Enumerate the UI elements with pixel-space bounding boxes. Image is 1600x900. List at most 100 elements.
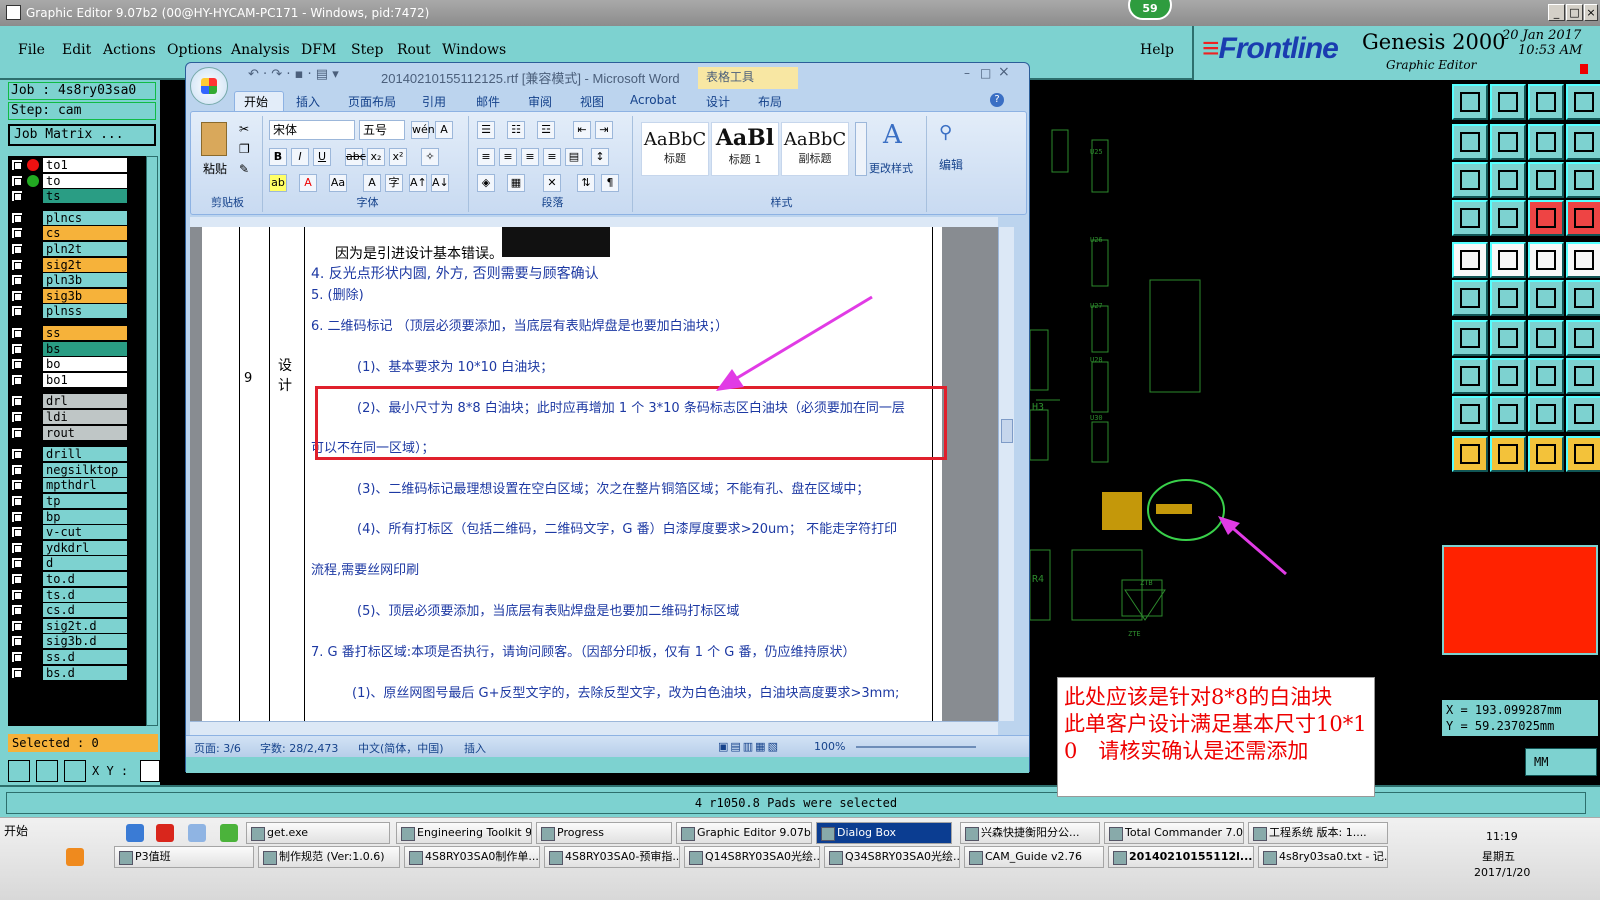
tab-review[interactable]: 审阅 xyxy=(528,93,552,110)
style-heading-1[interactable]: AaBl 标题 1 xyxy=(711,122,779,176)
layer-checkbox[interactable] xyxy=(11,227,23,240)
layer-name[interactable]: v-cut xyxy=(43,525,127,540)
tab-references[interactable]: 引用 xyxy=(422,93,446,110)
notepad-icon[interactable] xyxy=(188,824,206,842)
word-max-button[interactable]: □ xyxy=(980,66,991,80)
tool-button-icon[interactable] xyxy=(1566,162,1600,198)
tray-date[interactable]: 2017/1/20 xyxy=(1474,866,1530,879)
layer-name[interactable]: ydkdrl xyxy=(43,540,127,555)
help-icon[interactable]: ? xyxy=(990,93,1004,107)
layer-checkbox[interactable] xyxy=(11,448,23,461)
layer-name[interactable]: to xyxy=(43,173,127,188)
layer-name[interactable]: bp xyxy=(43,509,127,524)
ie-icon[interactable] xyxy=(220,824,238,842)
line-spacing-button[interactable]: ↕ xyxy=(591,148,609,166)
menu-help[interactable]: Help xyxy=(1140,42,1174,58)
tool-button-icon[interactable] xyxy=(1452,280,1488,316)
word-count[interactable]: 字数: 28/2,473 xyxy=(260,740,338,756)
tool-button-icon[interactable] xyxy=(1528,84,1564,120)
layer-checkbox[interactable] xyxy=(11,211,23,224)
tab-layout[interactable]: 布局 xyxy=(758,93,782,110)
numbering-button[interactable]: ☷ xyxy=(507,121,525,139)
char-shading-button[interactable]: A xyxy=(363,174,381,192)
misc-icon[interactable] xyxy=(66,848,84,866)
format-painter-icon[interactable]: ✎ xyxy=(239,162,249,176)
tool-button-icon[interactable] xyxy=(1452,358,1488,394)
change-case-button[interactable]: Aa xyxy=(329,174,347,192)
layer-checkbox[interactable] xyxy=(11,411,23,423)
zoom-slider[interactable] xyxy=(856,746,976,748)
tool-button-icon[interactable] xyxy=(1566,242,1600,278)
tool-button-icon[interactable] xyxy=(1490,84,1526,120)
decrease-indent-button[interactable]: ⇤ xyxy=(573,121,591,139)
layer-name[interactable]: pln3b xyxy=(43,273,127,288)
layer-name[interactable]: rout xyxy=(43,425,127,440)
layer-name[interactable]: d xyxy=(43,556,127,571)
work-layer-indicator[interactable] xyxy=(27,159,39,171)
tab-page-layout[interactable]: 页面布局 xyxy=(348,93,396,110)
taskbar-button[interactable]: Q14S8RY03SA0光绘... xyxy=(684,846,820,868)
tool-button-icon[interactable] xyxy=(1528,396,1564,432)
shading-button[interactable]: ◈ xyxy=(477,174,495,192)
paste-label[interactable]: 粘贴 xyxy=(203,160,227,177)
layer-name[interactable]: cs.d xyxy=(43,603,127,618)
taskbar-button[interactable]: 4s8ry03sa0.txt - 记... xyxy=(1258,846,1388,868)
layer-checkbox[interactable] xyxy=(11,358,23,371)
sort-button[interactable]: ⇅ xyxy=(577,174,595,192)
style-subtitle[interactable]: AaBbC 副标题 xyxy=(781,122,849,176)
scroll-thumb[interactable] xyxy=(1001,419,1013,443)
quicklaunch-icon[interactable] xyxy=(126,824,144,842)
language-indicator[interactable]: 中文(简体，中国) xyxy=(358,740,444,756)
tool-button-icon[interactable] xyxy=(1566,200,1600,236)
layer-name[interactable]: drl xyxy=(43,394,127,409)
tool-button-icon[interactable] xyxy=(1528,358,1564,394)
italic-button[interactable]: I xyxy=(291,148,309,166)
taskbar-button[interactable]: Graphic Editor 9.07b2... xyxy=(676,822,812,844)
menu-options[interactable]: Options xyxy=(167,42,222,58)
word-close-button[interactable]: × xyxy=(998,64,1010,80)
char-border-icon[interactable]: A xyxy=(435,121,453,139)
taskbar-button[interactable]: 工程系统 版本: 1.... xyxy=(1248,822,1388,844)
tray-weekday[interactable]: 星期五 xyxy=(1482,848,1515,864)
show-marks-button[interactable]: ¶ xyxy=(601,174,619,192)
tool-button-icon[interactable] xyxy=(1528,436,1564,472)
menu-rout[interactable]: Rout xyxy=(397,42,431,58)
copy-icon[interactable]: ❐ xyxy=(239,142,250,156)
tab-insert[interactable]: 插入 xyxy=(296,93,320,110)
layer-checkbox[interactable] xyxy=(11,479,23,492)
tool-button-icon[interactable] xyxy=(1490,436,1526,472)
tool-button-icon[interactable] xyxy=(1566,320,1600,356)
horizontal-scrollbar[interactable] xyxy=(190,721,998,735)
highlight-button[interactable]: ab xyxy=(269,174,287,192)
layer-checkbox[interactable] xyxy=(11,243,23,255)
superscript-button[interactable]: x² xyxy=(389,148,407,166)
menu-actions[interactable]: Actions xyxy=(103,42,156,58)
view-buttons[interactable]: ▣▤▥▦▧ xyxy=(718,740,780,753)
tool-button-icon[interactable] xyxy=(1452,162,1488,198)
layer-checkbox[interactable] xyxy=(11,495,23,507)
clear-format-button[interactable]: ✧ xyxy=(421,148,439,166)
taskbar-button[interactable]: P3值班 xyxy=(114,846,254,868)
vertical-scrollbar[interactable] xyxy=(998,227,1014,721)
tab-design[interactable]: 设计 xyxy=(706,93,730,110)
tool-button-icon[interactable] xyxy=(1490,242,1526,278)
layer-name[interactable]: sig2t.d xyxy=(43,618,127,633)
layer-name[interactable]: bs xyxy=(43,341,127,356)
taskbar-button[interactable]: Engineering Toolkit 9.... xyxy=(396,822,532,844)
layer-name[interactable]: tp xyxy=(43,494,127,508)
tab-acrobat[interactable]: Acrobat xyxy=(630,93,676,107)
tray-time[interactable]: 11:19 xyxy=(1486,830,1518,843)
word-min-button[interactable]: – xyxy=(964,66,970,80)
quick-access-toolbar[interactable]: ↶ · ↷ · ▪ · ▤ ▾ xyxy=(248,67,339,82)
tool-button-icon[interactable] xyxy=(1490,280,1526,316)
layer-checkbox[interactable] xyxy=(11,258,23,271)
layer-name[interactable]: to1 xyxy=(43,158,127,172)
tool-button-icon[interactable] xyxy=(1566,280,1600,316)
taskbar-button[interactable]: 20140210155112l... xyxy=(1108,846,1254,868)
affected-layer-indicator[interactable] xyxy=(27,174,39,187)
font-size-select[interactable]: 五号 xyxy=(359,120,405,140)
multilevel-button[interactable]: ☲ xyxy=(537,121,555,139)
layer-checkbox[interactable] xyxy=(11,526,23,539)
underline-button[interactable]: U xyxy=(313,148,331,166)
align-right-button[interactable]: ≡ xyxy=(521,148,539,166)
